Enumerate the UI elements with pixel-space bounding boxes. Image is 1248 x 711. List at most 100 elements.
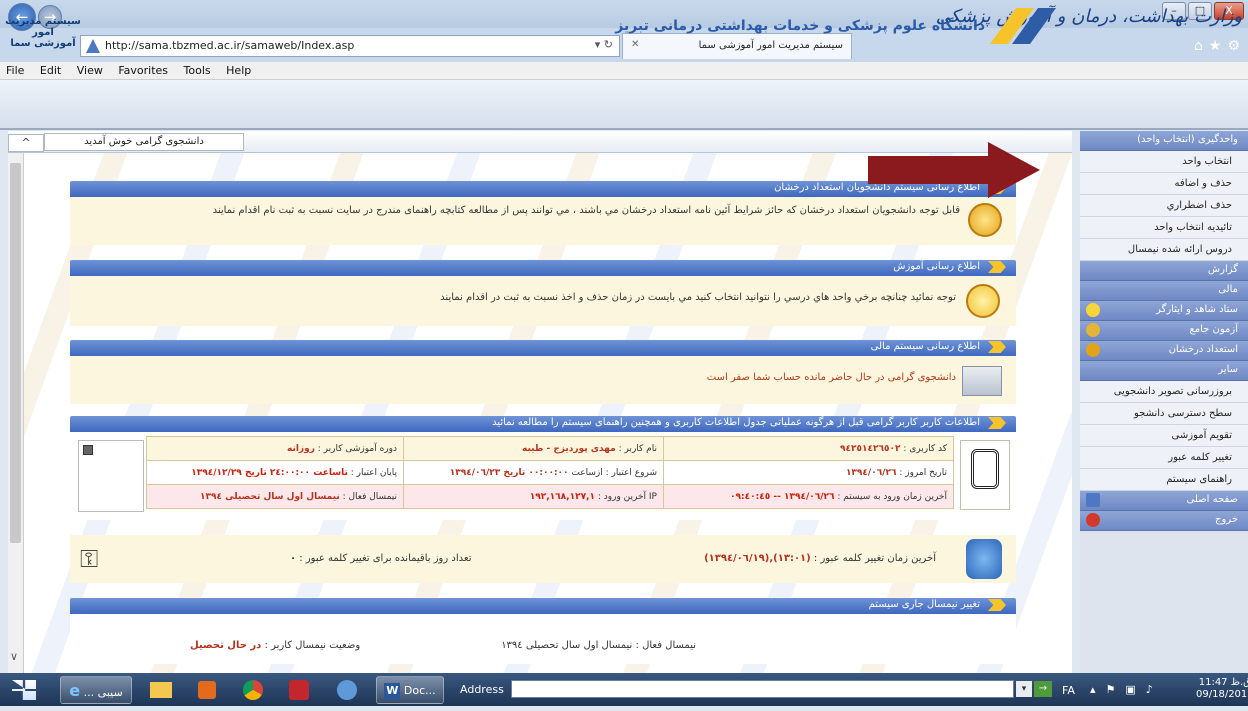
validity-start-value: ۰۰:۰۰:۰۰ تاریخ ۱۳۹٤/۰٦/۲۳ [449,467,569,478]
menu-file[interactable]: File [6,64,24,77]
media-player-icon [198,681,216,699]
power-icon [1086,513,1100,527]
refresh-icon[interactable]: ▾ ↻ [595,38,613,51]
ie-icon: e [69,681,81,700]
sidebar-home-label: صفحه اصلی [1186,494,1238,505]
scrollbar-thumb[interactable] [10,163,21,543]
panel-semester-title: تغییر نیمسال جاری سیستم [70,598,1016,614]
sidebar-item-add-drop[interactable]: حذف و اضافه [1080,173,1248,195]
panel-talent-text: قابل توجه دانشجویان استعداد درخشان که حا… [212,205,960,216]
taskbar-zynga[interactable] [278,676,320,704]
sidebar-exit[interactable]: خروج [1080,511,1248,531]
word-icon: W [384,683,401,699]
taskbar-address-input[interactable] [511,680,1014,698]
sidebar-item-access-level[interactable]: سطح دسترسی دانشجو [1080,403,1248,425]
tab-close-icon[interactable]: ✕ [631,39,639,50]
sidebar-item-change-password[interactable]: تغییر کلمه عبور [1080,447,1248,469]
user-name-label: نام کاربر : [618,443,657,454]
address-dropdown-icon[interactable]: ▾ [1016,681,1032,697]
validity-start-label: شروع اعتبار : ازساعت [571,467,657,478]
scroll-down-icon[interactable]: ∨ [10,650,18,663]
sidebar-item-calendar[interactable]: تقویم آموزشی [1080,425,1248,447]
browser-tab[interactable]: سیستم مدیریت امور آموزشی سما ✕ [622,33,852,59]
clock-date: 09/18/2015 [1196,689,1248,700]
sidebar-head-report[interactable]: گزارش [1080,261,1248,281]
sidebar-head-other[interactable]: سایر [1080,361,1248,381]
sidebar-head-exam[interactable]: آزمون جامع [1080,321,1248,341]
sidebar-head-talent[interactable]: استعداد درخشان [1080,341,1248,361]
taskbar-explorer[interactable] [140,676,182,704]
sidebar-head-talent-label: استعداد درخشان [1168,344,1238,355]
university-title: دانشگاه علوم پزشکی و خدمات بهداشتی درمان… [615,18,985,34]
user-status-value: در حال تحصیل [190,640,262,651]
medal-icon [968,203,1002,237]
pw-last-change-value: (۱۳:۰۱),(۱۳۹٤/۰٦/۱۹) [704,553,811,564]
panel-edu-text: توجه نمائید چنانچه برخي واحد هاي درسي را… [440,292,956,303]
pw-last-change-label: آخرین زمان تغییر کلمه عبور : [813,553,936,564]
taskbar-chrome[interactable] [232,676,274,704]
menu-bar: File Edit View Favorites Tools Help [0,62,1248,80]
panel-semester-title-text: تغییر نیمسال جاری سیستم [868,599,980,610]
clock-time: 11:47 ق.ظ [1198,677,1248,688]
menu-tools[interactable]: Tools [184,64,211,77]
taskbar-app5[interactable] [326,676,368,704]
validity-end-label: پایان اعتبار : [350,467,397,478]
red-pointer-arrow [868,142,1040,198]
arrow-icon [988,341,1006,353]
sama-logo: سیستم مدیریت امور آموزشی سما [4,16,82,49]
semester-value: نیمسال اول سال تحصیلی ۱۳۹٤ [200,491,340,502]
sidebar-home[interactable]: صفحه اصلی [1080,491,1248,511]
scroll-up-button[interactable]: ^ [8,134,44,152]
sidebar-item-select-unit[interactable]: انتخاب واحد [1080,151,1248,173]
home-star-gear-icons[interactable]: ⌂★⚙ [1194,38,1246,54]
welcome-text: دانشجوی گرامی خوش آمدید [44,133,244,151]
taskbar-ie[interactable]: e ... سیبی [60,676,132,704]
home-icon [1086,493,1100,507]
panel-edu-body: توجه نمائید چنانچه برخي واحد هاي درسي را… [70,276,1016,326]
tray-icons[interactable]: ▴⚑▣♪ [1090,683,1163,696]
site-header [0,80,1248,130]
sidebar-item-update-photo[interactable]: بروزرسانی تصویر دانشجویی [1080,381,1248,403]
today-value: ۱۳۹٤/۰٦/۲٦ [845,467,897,478]
taskbar-media[interactable] [186,676,228,704]
sama-logo-line1: سیستم مدیریت امور [5,16,81,38]
site-icon [86,39,100,53]
user-code-cell: کد کاربری : ۹٤۲٥۱٤۲٦٥۰۲ [663,436,954,461]
tab-title: سیستم مدیریت امور آموزشی سما [698,40,843,51]
sidebar-head-unit-selection[interactable]: واحدگیری (انتخاب واحد) [1080,131,1248,151]
validity-start-cell: شروع اعتبار : ازساعت ۰۰:۰۰:۰۰ تاریخ ۱۳۹٤… [403,460,664,485]
sidebar-head-finance[interactable]: مالی [1080,281,1248,301]
address-go-icon[interactable]: → [1034,681,1052,697]
taskbar-address-label: Address [460,683,504,696]
user-code-value: ۹٤۲٥۱٤۲٦٥۰۲ [840,443,901,454]
sidebar-item-help[interactable]: راهنمای سیستم [1080,469,1248,491]
sidebar-item-emergency-drop[interactable]: حذف اضطراري [1080,195,1248,217]
taskbar-ie-label: ... سیبی [83,686,123,699]
sama-logo-line2: آموزشی سما [10,38,76,49]
menu-help[interactable]: Help [226,64,251,77]
arrow-icon [988,261,1006,273]
panel-user-title-text: اطلاعات کاربر کاربر گرامی قبل از هرگونه … [492,417,980,428]
clock[interactable]: 11:47 ق.ظ 09/18/2015 [1196,677,1248,701]
panel-edu-title-text: اطلاع رسانی آموزش [893,261,980,272]
language-indicator[interactable]: FA [1062,684,1075,697]
chrome-icon [243,680,263,700]
last-login-label: آخرین زمان ورود به سیستم : [837,491,947,502]
sidebar-head-exam-label: آزمون جامع [1189,324,1238,335]
student-photo [78,440,144,512]
menu-edit[interactable]: Edit [40,64,61,77]
user-code-label: کد کاربری : [903,443,947,454]
sidebar-item-offered-courses[interactable]: دروس ارائه شده نیمسال [1080,239,1248,261]
menu-favorites[interactable]: Favorites [118,64,168,77]
sidebar-item-confirm-selection[interactable]: تائیدیه انتخاب واحد [1080,217,1248,239]
sidebar-head-staff[interactable]: ستاد شاهد و ایثارگر [1080,301,1248,321]
url-input[interactable]: http://sama.tbzmed.ac.ir/samaweb/Index.a… [80,35,620,57]
url-text: http://sama.tbzmed.ac.ir/samaweb/Index.a… [105,39,355,52]
menu-view[interactable]: View [77,64,103,77]
active-semester-value: نیمسال اول سال تحصیلی ۱۳۹٤ [501,640,633,651]
panel-talent-body: قابل توجه دانشجویان استعداد درخشان که حا… [70,197,1016,245]
bell-icon [966,539,1002,579]
university-emblem [960,440,1010,510]
vertical-scrollbar[interactable]: ∨ [8,153,24,673]
taskbar-word[interactable]: W Doc... [376,676,444,704]
